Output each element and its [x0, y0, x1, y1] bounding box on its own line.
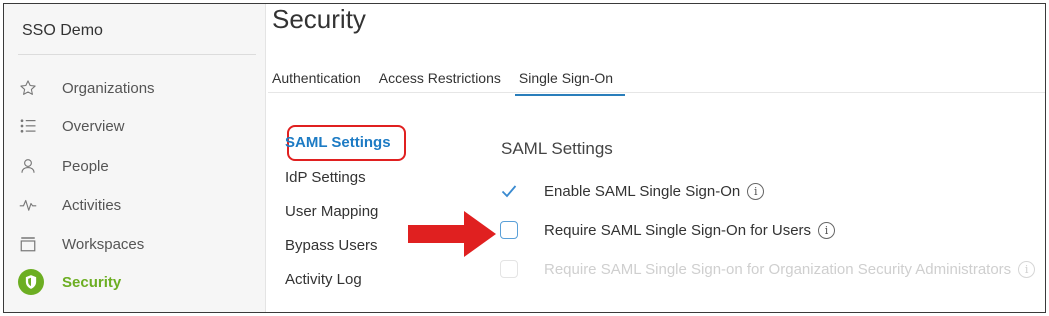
option-require-saml-sso-users: Require SAML Single Sign-On for Users i	[500, 219, 836, 241]
app-title: SSO Demo	[22, 22, 103, 39]
list-icon	[18, 116, 38, 136]
shield-icon	[18, 269, 44, 295]
subnav-item-idp-settings[interactable]: IdP Settings	[285, 169, 366, 186]
sidebar-item-label: Security	[62, 273, 122, 291]
option-label: Require SAML Single Sign-On for Users	[544, 221, 812, 239]
tab-divider	[268, 92, 1045, 93]
sidebar-item-security[interactable]: Security	[18, 267, 258, 297]
sidebar: SSO Demo Organizations Overview People A	[4, 4, 266, 312]
option-require-saml-sso-admins: Require SAML Single Sign-on for Organiza…	[500, 258, 1036, 280]
tab-single-sign-on[interactable]: Single Sign-On	[514, 70, 626, 96]
info-icon[interactable]: i	[818, 221, 836, 239]
sidebar-item-activities[interactable]: Activities	[18, 190, 258, 220]
star-icon	[18, 78, 38, 98]
workspace-icon	[18, 234, 38, 254]
sidebar-item-workspaces[interactable]: Workspaces	[18, 229, 258, 259]
sidebar-item-organizations[interactable]: Organizations	[18, 73, 258, 103]
sidebar-item-label: Activities	[62, 196, 122, 214]
tab-bar: Authentication Access Restrictions Singl…	[272, 70, 631, 96]
option-label: Require SAML Single Sign-on for Organiza…	[544, 260, 1012, 278]
subnav-item-user-mapping[interactable]: User Mapping	[285, 203, 378, 220]
sidebar-item-label: Overview	[62, 117, 125, 135]
info-icon[interactable]: i	[747, 182, 765, 200]
tab-authentication[interactable]: Authentication	[272, 70, 361, 92]
subnav-item-bypass-users[interactable]: Bypass Users	[285, 237, 378, 254]
sidebar-item-label: Workspaces	[62, 235, 145, 253]
annotation-arrow-icon	[408, 211, 496, 257]
info-icon: i	[1018, 260, 1036, 278]
sidebar-item-label: Organizations	[62, 79, 155, 97]
option-label: Enable SAML Single Sign-On	[544, 182, 741, 200]
app-window: SSO Demo Organizations Overview People A	[3, 3, 1046, 313]
option-enable-saml-sso: Enable SAML Single Sign-On i	[500, 180, 765, 202]
tab-access-restrictions[interactable]: Access Restrictions	[379, 70, 501, 92]
sidebar-item-people[interactable]: People	[18, 151, 258, 181]
sidebar-item-overview[interactable]: Overview	[18, 111, 258, 141]
section-title: SAML Settings	[501, 139, 613, 158]
require-saml-sso-users-checkbox[interactable]	[500, 221, 518, 239]
require-saml-sso-admins-checkbox	[500, 260, 518, 278]
divider	[18, 54, 256, 55]
enable-saml-sso-checkbox[interactable]	[500, 182, 518, 200]
sidebar-item-label: People	[62, 157, 109, 175]
pulse-icon	[18, 195, 38, 215]
subnav-item-saml-settings[interactable]: SAML Settings	[285, 134, 391, 151]
subnav-item-activity-log[interactable]: Activity Log	[285, 271, 362, 288]
person-icon	[18, 156, 38, 176]
page-title: Security	[272, 4, 366, 34]
